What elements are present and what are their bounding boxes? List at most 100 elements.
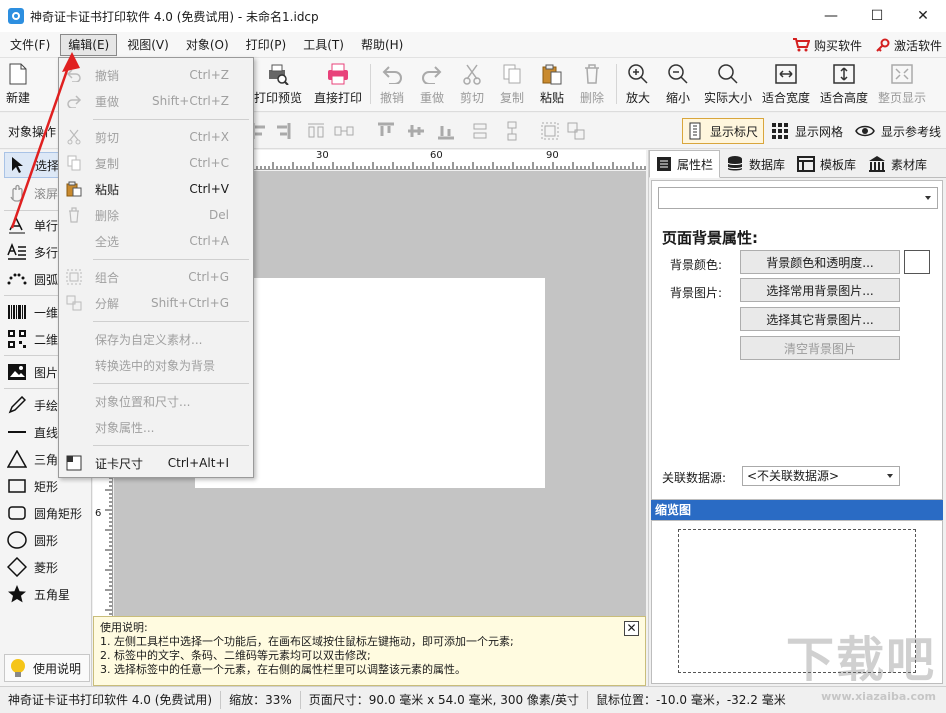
menu-file[interactable]: 文件(F) [3, 34, 57, 56]
tab-database[interactable]: 数据库 [720, 150, 791, 178]
tab-templates[interactable]: 模板库 [791, 150, 862, 178]
single-line-text-label: 单行 [34, 218, 59, 233]
menu-print[interactable]: 打印(P) [239, 34, 294, 56]
cut-button[interactable]: 剪切 [460, 62, 484, 108]
group-icon[interactable] [540, 121, 560, 141]
bg-color-button[interactable]: 背景颜色和透明度... [740, 250, 900, 274]
direct-print-button[interactable]: 直接打印 [314, 62, 362, 108]
edit-menu-ungroup-shortcut: Shift+Ctrl+G [150, 296, 229, 310]
bg-color-label: 背景颜色: [670, 258, 723, 272]
activate-software-link[interactable]: 激活软件 [876, 37, 942, 54]
menu-help[interactable]: 帮助(H) [354, 34, 410, 56]
property-panel: 属性栏 数据库 模板库 素材库 页面背景属性: 背景颜色: 背景颜色和透明度..… [648, 150, 946, 686]
copy-icon [500, 62, 524, 86]
notice-close-button[interactable]: ✕ [624, 621, 639, 636]
maximize-button[interactable]: ☐ [854, 0, 900, 32]
distribute-v-icon[interactable] [470, 121, 490, 141]
round-rectangle-tool[interactable]: 圆角矩形 [4, 500, 90, 526]
new-file-icon [6, 62, 30, 86]
fit-page-button[interactable]: 整页显示 [878, 62, 926, 108]
delete-button[interactable]: 删除 [580, 62, 604, 108]
show-grid-toggle[interactable]: 显示网格 [766, 118, 848, 144]
template-icon [797, 156, 816, 172]
redo-button[interactable]: 重做 [420, 62, 444, 108]
copy-button[interactable]: 复制 [500, 62, 524, 108]
tab-materials-label: 素材库 [891, 157, 928, 172]
usage-help-button[interactable]: 使用说明 [4, 654, 90, 682]
buy-software-link[interactable]: 购买软件 [792, 37, 862, 54]
align-right-icon[interactable] [272, 121, 292, 141]
star-tool[interactable]: 五角星 [4, 581, 90, 607]
fit-width-icon [774, 62, 798, 86]
space-h-icon[interactable] [334, 121, 354, 141]
fit-height-button[interactable]: 适合高度 [820, 62, 868, 108]
undo-button[interactable]: 撤销 [380, 62, 404, 108]
fit-height-icon [832, 62, 856, 86]
undo-icon [380, 62, 404, 86]
edit-menu-redo[interactable]: 重做 Shift+Ctrl+Z [59, 89, 253, 113]
tab-materials[interactable]: 素材库 [862, 150, 933, 178]
edit-menu-cut[interactable]: 剪切 Ctrl+X [59, 125, 253, 149]
datasource-select[interactable]: <不关联数据源> [742, 466, 900, 486]
edit-menu-copy[interactable]: 复制 Ctrl+C [59, 151, 253, 175]
paste-button[interactable]: 粘贴 [540, 62, 564, 108]
edit-menu-paste[interactable]: 粘贴 Ctrl+V [59, 177, 253, 201]
distribute-h-icon[interactable] [306, 121, 326, 141]
edit-menu-group-label: 组合 [95, 270, 120, 285]
cart-icon [792, 38, 810, 52]
object-operations-label: 对象操作 [8, 125, 57, 139]
circle-tool[interactable]: 圆形 [4, 527, 90, 553]
bg-color-swatch[interactable] [904, 250, 930, 274]
space-v-icon[interactable] [502, 121, 522, 141]
edit-menu-undo[interactable]: 撤销 Ctrl+Z [59, 63, 253, 87]
bg-clear-image-button[interactable]: 清空背景图片 [740, 336, 900, 360]
edit-menu-save-custom[interactable]: 保存为自定义素材... [59, 327, 253, 351]
actual-size-button[interactable]: 实际大小 [704, 62, 752, 108]
edit-menu-card-size[interactable]: 证卡尺寸 Ctrl+Alt+I [59, 451, 253, 475]
ruler-label-90: 90 [546, 150, 559, 161]
diamond-tool[interactable]: 菱形 [4, 554, 90, 580]
edit-menu-select-all[interactable]: 全选 Ctrl+A [59, 229, 253, 253]
zoom-in-button[interactable]: 放大 [626, 62, 650, 108]
circle-tool-label: 圆形 [34, 533, 59, 548]
arc-text-icon [6, 268, 28, 290]
bg-other-image-button[interactable]: 选择其它背景图片... [740, 307, 900, 331]
paste-icon [540, 62, 564, 86]
fit-width-button[interactable]: 适合宽度 [762, 62, 810, 108]
magnifier-icon [716, 62, 740, 86]
show-ruler-toggle[interactable]: 显示标尺 [682, 118, 765, 144]
edit-menu-ungroup-label: 分解 [95, 296, 120, 311]
edit-menu-ungroup[interactable]: 分解 Shift+Ctrl+G [59, 291, 253, 315]
edit-menu-convert-background[interactable]: 转换选中的对象为背景 [59, 353, 253, 377]
close-button[interactable]: ✕ [900, 0, 946, 32]
edit-menu-group[interactable]: 组合 Ctrl+G [59, 265, 253, 289]
watermark: 下载吧 www.xiazaiba.com [786, 620, 936, 703]
show-guides-toggle[interactable]: 显示参考线 [850, 118, 946, 144]
align-middle-icon[interactable] [406, 121, 426, 141]
zoom-out-button[interactable]: 缩小 [666, 62, 690, 108]
show-ruler-label: 显示标尺 [710, 124, 759, 139]
usage-notice: 使用说明: 1. 左侧工具栏中选择一个功能后，在画布区域按住鼠标左键拖动，即可添… [93, 616, 646, 686]
menu-edit[interactable]: 编辑(E) [60, 33, 118, 56]
align-top-icon[interactable] [376, 121, 396, 141]
edit-menu-group-shortcut: Ctrl+G [188, 270, 229, 284]
ungroup-icon[interactable] [566, 121, 586, 141]
edit-menu-position-size[interactable]: 对象位置和尺寸... [59, 389, 253, 413]
edit-menu-delete[interactable]: 删除 Del [59, 203, 253, 227]
menu-view[interactable]: 视图(V) [120, 34, 176, 56]
menu-object[interactable]: 对象(O) [179, 34, 236, 56]
new-button[interactable]: 新建 [6, 62, 30, 108]
tab-properties[interactable]: 属性栏 [649, 150, 721, 178]
eye-icon [855, 125, 875, 137]
properties-body: 页面背景属性: 背景颜色: 背景颜色和透明度... 背景图片: 选择常用背景图片… [651, 180, 943, 500]
bg-common-image-button[interactable]: 选择常用背景图片... [740, 278, 900, 302]
align-bottom-icon[interactable] [436, 121, 456, 141]
print-preview-button[interactable]: 打印预览 [254, 62, 302, 108]
object-selector[interactable] [658, 187, 938, 209]
edit-menu-save-custom-label: 保存为自定义素材... [95, 332, 203, 347]
ruler-label-6: 6 [95, 508, 102, 519]
edit-menu-object-properties[interactable]: 对象属性... [59, 415, 253, 439]
image-tool-label: 图片 [34, 365, 59, 380]
minimize-button[interactable]: — [808, 0, 854, 32]
menu-tools[interactable]: 工具(T) [296, 34, 351, 56]
